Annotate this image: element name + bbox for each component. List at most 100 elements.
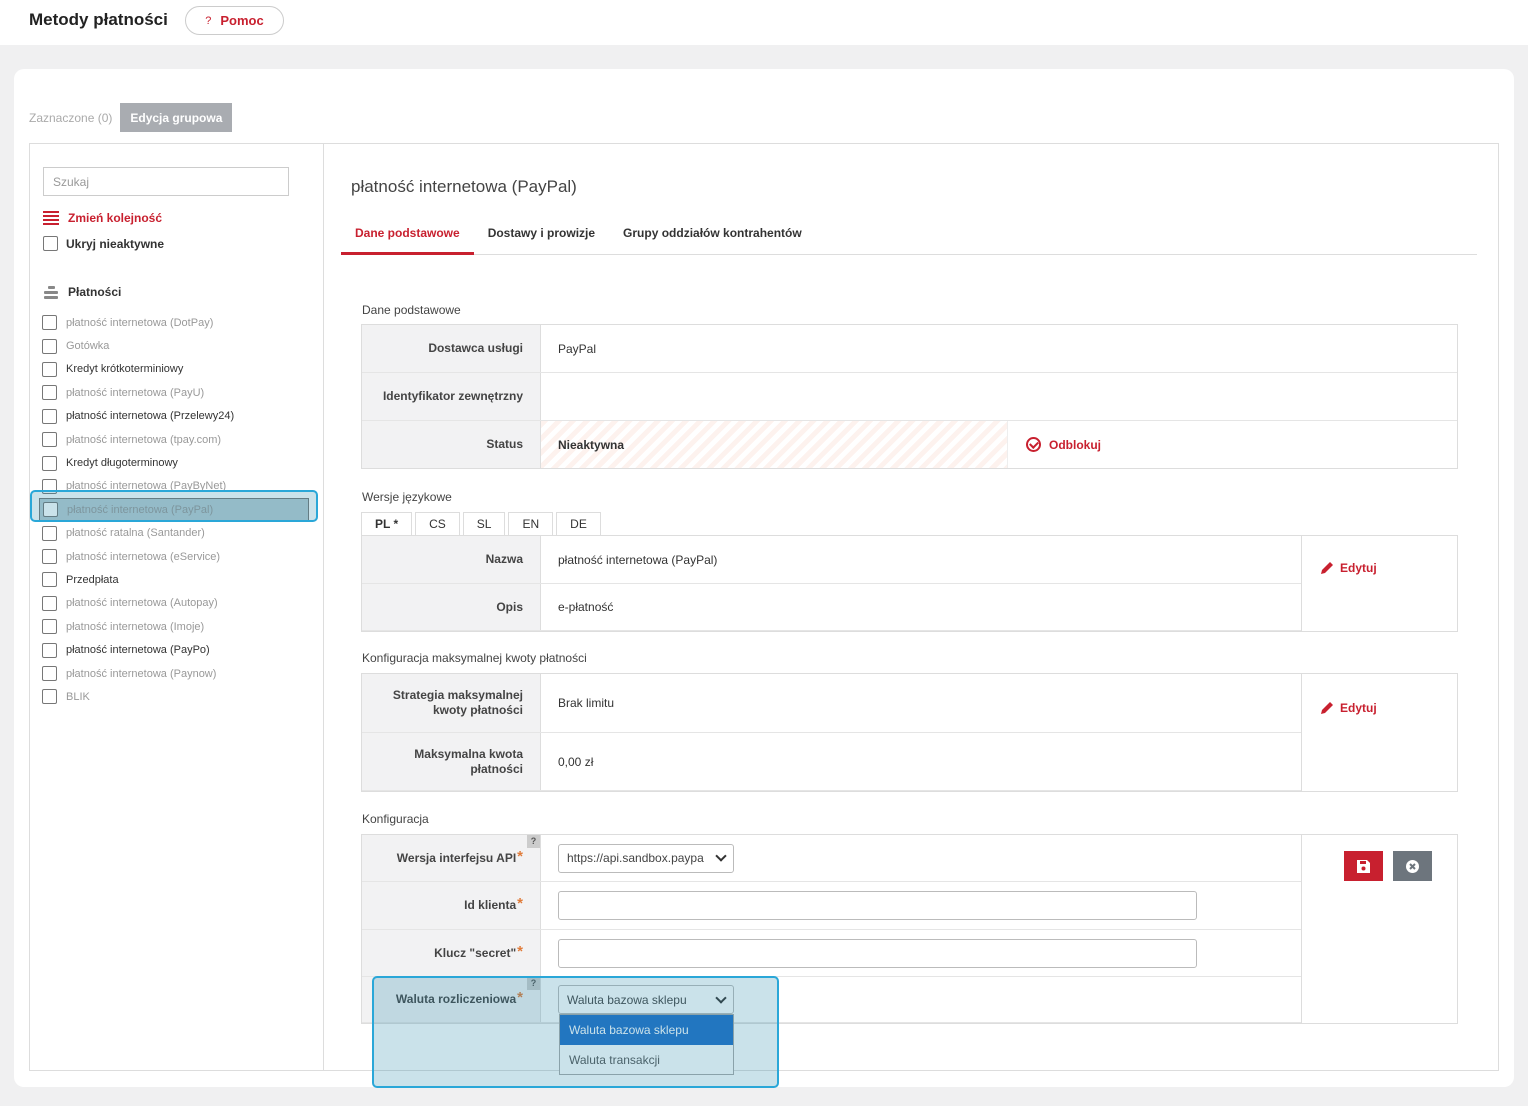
payment-list-item[interactable]: Kredyt długoterminowy [42, 451, 312, 474]
payment-list-item[interactable]: Kredyt krótkoterminiowy [42, 358, 312, 381]
secret-label: Klucz "secret" [434, 945, 517, 960]
payment-label[interactable]: płatność internetowa (Autopay) [66, 597, 218, 609]
floppy-disk-icon [1357, 859, 1370, 873]
help-button[interactable]: ? Pomoc [185, 6, 284, 35]
payment-label[interactable]: płatność internetowa (PayPo) [66, 644, 210, 656]
required-mark: * [517, 895, 523, 912]
lang-tab-sl[interactable]: SL [462, 512, 506, 535]
payment-label[interactable]: Kredyt krótkoterminiowy [66, 363, 183, 375]
payment-checkbox[interactable] [42, 408, 57, 424]
top-bar: Metody płatności ? Pomoc [0, 0, 1528, 45]
help-icon[interactable]: ? [527, 977, 540, 990]
status-label: Status [362, 421, 541, 468]
payment-checkbox[interactable] [42, 385, 57, 401]
payment-label[interactable]: Kredyt długoterminowy [66, 457, 178, 469]
basic-table: Dostawca usługi PayPal Identyfikator zew… [361, 324, 1458, 469]
payment-list-item[interactable]: BLIK [42, 685, 312, 708]
api-version-select[interactable]: https://api.sandbox.paypa [558, 843, 734, 873]
payment-label[interactable]: Gotówka [66, 340, 109, 352]
secret-row: Klucz "secret" * [362, 930, 1302, 977]
payment-checkbox[interactable] [42, 642, 57, 658]
tab-basic-data[interactable]: Dane podstawowe [341, 218, 474, 255]
payment-list-item[interactable]: płatność internetowa (Autopay) [42, 592, 312, 615]
lang-tab-cs[interactable]: CS [415, 512, 460, 535]
payment-list-item[interactable]: płatność internetowa (PayU) [42, 381, 312, 404]
hide-inactive-toggle[interactable]: Ukryj nieaktywne [43, 236, 164, 251]
required-mark: * [517, 847, 523, 865]
lang-tab-en[interactable]: EN [508, 512, 554, 535]
payment-checkbox[interactable] [42, 478, 57, 494]
group-edit-button[interactable]: Edycja grupowa [120, 103, 233, 132]
payment-list-item[interactable]: płatność internetowa (DotPay) [42, 311, 312, 334]
payment-list-item[interactable]: płatność internetowa (Przelewy24) [42, 405, 312, 428]
payment-label[interactable]: płatność ratalna (Santander) [66, 527, 205, 539]
payment-label[interactable]: płatność internetowa (PayByNet) [66, 480, 226, 492]
api-label: Wersja interfejsu API [396, 850, 517, 865]
payment-checkbox[interactable] [42, 689, 57, 705]
payment-checkbox[interactable] [43, 502, 58, 518]
config-actions [1301, 835, 1457, 1023]
payment-label[interactable]: płatność internetowa (eService) [66, 551, 220, 563]
payment-list-item[interactable]: płatność internetowa (Imoje) [42, 615, 312, 638]
bulk-actions: Zaznaczone (0) Edycja grupowa [29, 103, 233, 132]
payment-label[interactable]: płatność internetowa (PayPal) [67, 504, 213, 516]
hide-inactive-checkbox[interactable] [43, 236, 58, 251]
payment-list-item[interactable]: Przedpłata [42, 568, 312, 591]
name-row: Nazwa płatność internetowa (PayPal) [362, 536, 1302, 584]
payment-checkbox[interactable] [42, 619, 57, 635]
save-button[interactable] [1344, 851, 1383, 881]
client-id-input[interactable] [558, 891, 1197, 920]
payment-list-item[interactable]: płatność internetowa (PayPal) [39, 498, 309, 522]
payment-label[interactable]: płatność internetowa (Paynow) [66, 668, 216, 680]
max-amount-label: Maksymalna kwota płatności [362, 733, 541, 790]
client-id-label-cell: Id klienta * [362, 882, 541, 929]
payment-checkbox[interactable] [42, 315, 57, 331]
payment-checkbox[interactable] [42, 549, 57, 565]
payment-label[interactable]: płatność internetowa (Imoje) [66, 621, 204, 633]
detail-tabs: Dane podstawowe Dostawy i prowizje Grupy… [341, 218, 1477, 255]
payment-label[interactable]: płatność internetowa (PayU) [66, 387, 204, 399]
payment-list-item[interactable]: płatność internetowa (PayByNet) [42, 475, 312, 498]
currency-option-transaction[interactable]: Waluta transakcji [560, 1045, 733, 1075]
payment-list-item[interactable]: płatność internetowa (Paynow) [42, 662, 312, 685]
payment-label[interactable]: Przedpłata [66, 574, 119, 586]
payment-list-item[interactable]: płatność ratalna (Santander) [42, 522, 312, 545]
payment-label[interactable]: płatność internetowa (Przelewy24) [66, 410, 234, 422]
section-basic-label: Dane podstawowe [362, 303, 461, 317]
main-panel: Zmień kolejność Ukryj nieaktywne Płatnoś… [29, 143, 1499, 1071]
name-label: Nazwa [362, 536, 541, 583]
payment-label[interactable]: BLIK [66, 691, 90, 703]
payment-list-item[interactable]: płatność internetowa (PayPo) [42, 638, 312, 661]
lang-tab-de[interactable]: DE [556, 512, 601, 535]
lang-edit-link[interactable]: Edytuj [1320, 561, 1377, 575]
payment-checkbox[interactable] [42, 432, 57, 448]
reorder-label: Zmień kolejność [68, 211, 163, 225]
tab-customer-groups[interactable]: Grupy oddziałów kontrahentów [609, 218, 816, 255]
payment-checkbox[interactable] [42, 455, 57, 471]
payment-checkbox[interactable] [42, 361, 57, 377]
payment-list-item[interactable]: płatność internetowa (tpay.com) [42, 428, 312, 451]
currency-row: ? Waluta rozliczeniowa * Waluta bazowa sk… [362, 977, 1302, 1023]
payment-checkbox[interactable] [42, 572, 57, 588]
payment-checkbox[interactable] [42, 525, 57, 541]
external-id-row: Identyfikator zewnętrzny [362, 373, 1457, 421]
limit-edit-link[interactable]: Edytuj [1320, 701, 1377, 715]
cancel-button[interactable] [1393, 851, 1432, 881]
help-icon[interactable]: ? [527, 835, 540, 848]
payment-list-item[interactable]: Gotówka [42, 334, 312, 357]
reorder-link[interactable]: Zmień kolejność [43, 211, 162, 225]
currency-option-base[interactable]: Waluta bazowa sklepu [560, 1015, 733, 1045]
payment-checkbox[interactable] [42, 666, 57, 682]
payment-label[interactable]: płatność internetowa (tpay.com) [66, 434, 221, 446]
payment-checkbox[interactable] [42, 338, 57, 354]
payment-list-item[interactable]: płatność internetowa (eService) [42, 545, 312, 568]
payment-label[interactable]: płatność internetowa (DotPay) [66, 317, 213, 329]
secret-input[interactable] [558, 938, 1197, 968]
search-input[interactable] [43, 167, 289, 196]
desc-label: Opis [362, 584, 541, 630]
currency-select[interactable]: Waluta bazowa sklepu [558, 985, 734, 1014]
payment-checkbox[interactable] [42, 595, 57, 611]
unlock-link[interactable]: Odblokuj [1026, 437, 1101, 452]
lang-tab-pl[interactable]: PL * [361, 512, 413, 535]
tab-deliveries[interactable]: Dostawy i prowizje [474, 218, 609, 255]
